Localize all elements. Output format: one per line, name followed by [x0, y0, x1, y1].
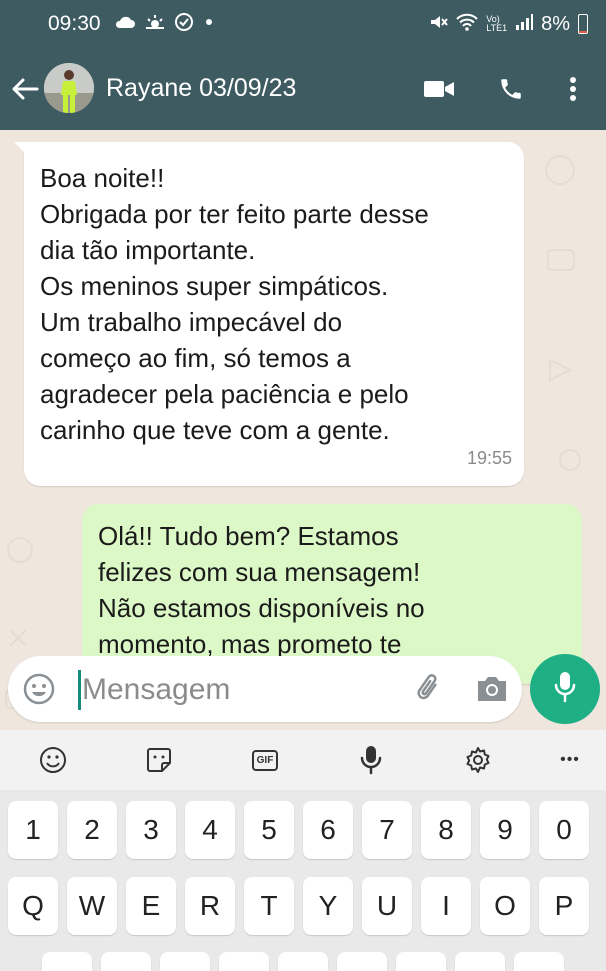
- key-0[interactable]: 0: [539, 801, 589, 859]
- sunrise-icon: [144, 13, 166, 36]
- message-line: Um trabalho impecável do: [40, 307, 343, 337]
- dot-icon: [202, 15, 216, 34]
- back-arrow-icon[interactable]: [8, 72, 42, 106]
- key-q[interactable]: Q: [8, 877, 58, 935]
- message-line: Não estamos disponíveis no: [98, 593, 425, 623]
- text-cursor: [78, 670, 81, 710]
- key-w[interactable]: W: [67, 877, 117, 935]
- more-horizontal-icon[interactable]: •••: [550, 742, 590, 778]
- message-line: começo ao fim, só temos a: [40, 343, 351, 373]
- message-timestamp: 19:55: [466, 448, 512, 468]
- key-i[interactable]: I: [421, 877, 471, 935]
- key-t[interactable]: T: [244, 877, 294, 935]
- key-1[interactable]: 1: [8, 801, 58, 859]
- chat-area[interactable]: Boa noite!! Obrigada por ter feito parte…: [0, 130, 606, 730]
- message-line: agradecer pela paciência e pelo: [40, 379, 409, 409]
- avatar[interactable]: [44, 63, 94, 113]
- keyboard-key-partial[interactable]: [396, 952, 446, 971]
- composer-pill[interactable]: [8, 656, 522, 722]
- keyboard-key-partial[interactable]: [514, 952, 564, 971]
- keyboard-key-partial[interactable]: [219, 952, 269, 971]
- keyboard-key-partial[interactable]: [455, 952, 505, 971]
- key-5[interactable]: 5: [244, 801, 294, 859]
- attach-icon[interactable]: [412, 672, 446, 706]
- video-call-icon[interactable]: [422, 72, 456, 106]
- message-input[interactable]: [82, 668, 382, 712]
- message-line: Obrigada por ter feito parte desse: [40, 199, 429, 229]
- more-vertical-icon[interactable]: [556, 72, 590, 106]
- mic-icon: [554, 671, 576, 708]
- keyboard-key-partial[interactable]: [160, 952, 210, 971]
- key-u[interactable]: U: [362, 877, 412, 935]
- keyboard-key-partial[interactable]: [42, 952, 92, 971]
- key-e[interactable]: E: [126, 877, 176, 935]
- key-2[interactable]: 2: [67, 801, 117, 859]
- voice-record-button[interactable]: [530, 654, 600, 724]
- emoji-icon[interactable]: [22, 672, 56, 706]
- battery-percent: 8%: [541, 12, 570, 35]
- mute-icon: [428, 12, 449, 37]
- message-line: Os meninos super simpáticos.: [40, 271, 389, 301]
- app-bar: Rayane 03/09/23: [0, 50, 606, 130]
- message-line: dia tão importante.: [40, 235, 256, 265]
- smiley-icon[interactable]: [35, 742, 71, 778]
- contact-name[interactable]: Rayane 03/09/23: [106, 74, 296, 103]
- keyboard: 1234567890 QWERTYUIOP: [0, 790, 606, 971]
- keyboard-key-partial[interactable]: [101, 952, 151, 971]
- settings-icon[interactable]: [460, 742, 496, 778]
- volte-icon: Vo) LTE1: [486, 14, 508, 33]
- key-9[interactable]: 9: [480, 801, 530, 859]
- chat-header: 09:30 Vo) LTE1 8% Rayane 03/09/23: [0, 0, 606, 130]
- key-8[interactable]: 8: [421, 801, 471, 859]
- key-6[interactable]: 6: [303, 801, 353, 859]
- sticker-icon[interactable]: [141, 742, 177, 778]
- gif-icon[interactable]: GIF: [247, 742, 283, 778]
- signal-icon: [515, 13, 534, 36]
- message-line: Olá!! Tudo bem? Estamos: [98, 521, 399, 551]
- key-y[interactable]: Y: [303, 877, 353, 935]
- dictation-mic-icon[interactable]: [353, 742, 389, 778]
- message-line: carinho que teve com a gente.: [40, 415, 390, 445]
- check-circle-icon: [174, 12, 194, 37]
- incoming-message[interactable]: Boa noite!! Obrigada por ter feito parte…: [14, 142, 524, 486]
- camera-icon[interactable]: [474, 672, 510, 706]
- key-p[interactable]: P: [539, 877, 589, 935]
- key-4[interactable]: 4: [185, 801, 235, 859]
- key-r[interactable]: R: [185, 877, 235, 935]
- battery-icon: [578, 14, 588, 34]
- wifi-icon: [456, 13, 478, 36]
- status-bar: 09:30 Vo) LTE1 8%: [0, 0, 606, 50]
- key-7[interactable]: 7: [362, 801, 412, 859]
- composer-bar: [0, 650, 606, 730]
- key-o[interactable]: O: [480, 877, 530, 935]
- cloud-icon: [114, 14, 136, 35]
- status-time: 09:30: [48, 12, 101, 35]
- keyboard-key-partial[interactable]: [337, 952, 387, 971]
- keyboard-toolbar: GIF •••: [0, 730, 606, 790]
- message-line: Boa noite!!: [40, 163, 165, 193]
- key-3[interactable]: 3: [126, 801, 176, 859]
- message-line: felizes com sua mensagem!: [98, 557, 421, 587]
- phone-icon[interactable]: [494, 72, 528, 106]
- keyboard-key-partial[interactable]: [278, 952, 328, 971]
